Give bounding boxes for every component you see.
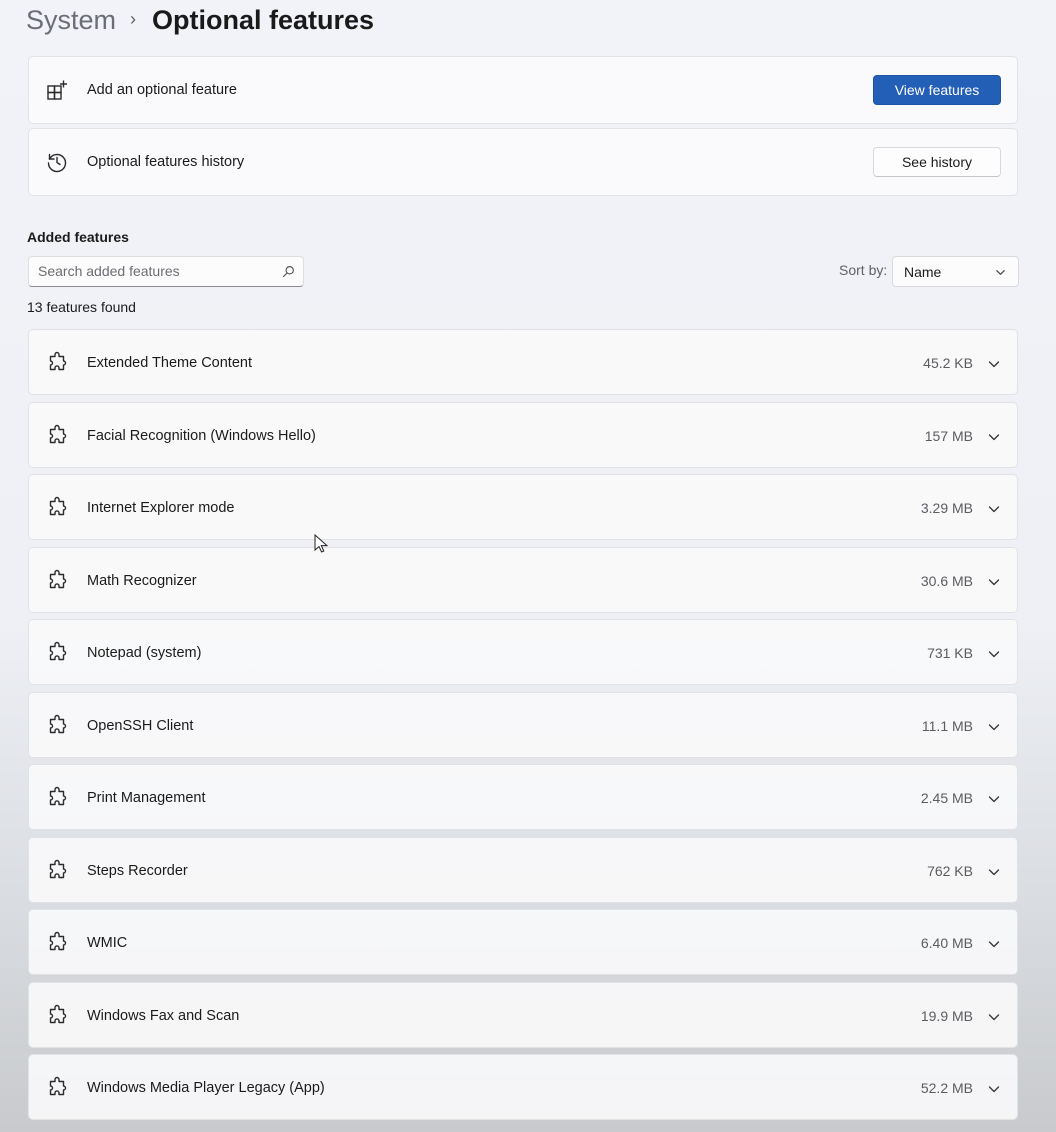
feature-row[interactable]: Windows Media Player Legacy (App) 52.2 MB [28, 1054, 1018, 1120]
chevron-down-icon[interactable] [988, 866, 1000, 878]
added-features-title: Added features [27, 229, 129, 245]
feature-row[interactable]: Print Management 2.45 MB [28, 764, 1018, 830]
puzzle-icon [49, 424, 67, 443]
features-count: 13 features found [27, 299, 136, 315]
feature-size: 157 MB [924, 427, 973, 444]
search-icon[interactable] [282, 265, 295, 278]
feature-name: Extended Theme Content [87, 355, 252, 371]
feature-row[interactable]: Notepad (system) 731 KB [28, 619, 1018, 685]
puzzle-icon [49, 714, 67, 733]
puzzle-icon [49, 641, 67, 661]
chevron-down-icon [996, 270, 1005, 275]
add-feature-card: Add an optional feature View features [28, 56, 1018, 124]
chevron-down-icon[interactable] [988, 503, 1000, 515]
feature-size: 11.1 MB [921, 717, 973, 734]
feature-size: 45.2 KB [923, 355, 973, 371]
chevron-down-icon[interactable] [988, 1011, 1000, 1023]
mouse-cursor-icon [314, 534, 328, 553]
chevron-down-icon[interactable] [988, 1083, 1000, 1095]
chevron-down-icon[interactable] [988, 576, 1000, 588]
feature-size: 731 KB [927, 645, 973, 661]
feature-size: 6.40 MB [920, 935, 973, 951]
feature-row[interactable]: WMIC 6.40 MB [28, 909, 1018, 975]
sort-dropdown[interactable]: Name [892, 256, 1019, 287]
view-features-button[interactable]: View features [873, 75, 1001, 105]
breadcrumb: System › Optional features [26, 0, 374, 40]
puzzle-icon [49, 351, 67, 371]
feature-size: 762 KB [927, 862, 973, 879]
puzzle-icon [49, 859, 67, 878]
search-input[interactable] [29, 257, 268, 285]
feature-name: Math Recognizer [87, 572, 197, 589]
feature-size: 19.9 MB [920, 1007, 973, 1024]
feature-name: Windows Fax and Scan [87, 1007, 240, 1024]
feature-row[interactable]: Math Recognizer 30.6 MB [28, 546, 1018, 613]
feature-row[interactable]: Steps Recorder 762 KB [28, 836, 1018, 903]
puzzle-icon [49, 1004, 67, 1023]
breadcrumb-separator: › [130, 8, 137, 29]
chevron-down-icon[interactable] [988, 358, 1000, 370]
search-box [28, 256, 304, 287]
chevron-down-icon[interactable] [988, 938, 1000, 950]
feature-name: WMIC [87, 935, 128, 951]
feature-row[interactable]: Internet Explorer mode 3.29 MB [28, 474, 1018, 540]
add-feature-label: Add an optional feature [87, 82, 237, 98]
feature-row[interactable]: OpenSSH Client 11.1 MB [28, 691, 1018, 758]
chevron-down-icon[interactable] [988, 648, 1000, 660]
feature-name: Facial Recognition (Windows Hello) [87, 427, 316, 444]
chevron-down-icon[interactable] [988, 793, 1000, 805]
feature-size: 30.6 MB [920, 572, 973, 589]
feature-size: 2.45 MB [920, 790, 973, 806]
see-history-button[interactable]: See history [873, 147, 1001, 177]
puzzle-icon [49, 786, 67, 806]
feature-size: 52.2 MB [920, 1080, 973, 1096]
add-feature-icon [47, 80, 67, 100]
feature-name: Notepad (system) [87, 645, 202, 661]
chevron-down-icon[interactable] [988, 431, 1000, 443]
sort-label: Sort by: [839, 262, 888, 278]
puzzle-icon [49, 496, 67, 516]
puzzle-icon [49, 569, 67, 588]
sort-value: Name [904, 264, 942, 280]
feature-name: Steps Recorder [87, 862, 188, 879]
feature-name: Print Management [87, 790, 206, 806]
feature-name: OpenSSH Client [87, 717, 194, 734]
feature-row[interactable]: Facial Recognition (Windows Hello) 157 MB [28, 401, 1018, 468]
feature-size: 3.29 MB [920, 500, 973, 516]
history-card: Optional features history See history [28, 128, 1018, 196]
feature-name: Windows Media Player Legacy (App) [87, 1080, 325, 1096]
history-icon [47, 153, 67, 173]
puzzle-icon [49, 1076, 67, 1096]
feature-row[interactable]: Windows Fax and Scan 19.9 MB [28, 981, 1018, 1048]
page-title: Optional features [152, 4, 375, 35]
puzzle-icon [49, 931, 67, 951]
breadcrumb-system[interactable]: System [26, 5, 116, 36]
feature-row[interactable]: Extended Theme Content 45.2 KB [28, 329, 1018, 395]
history-label: Optional features history [87, 154, 245, 170]
chevron-down-icon[interactable] [988, 721, 1000, 733]
feature-name: Internet Explorer mode [87, 500, 235, 516]
